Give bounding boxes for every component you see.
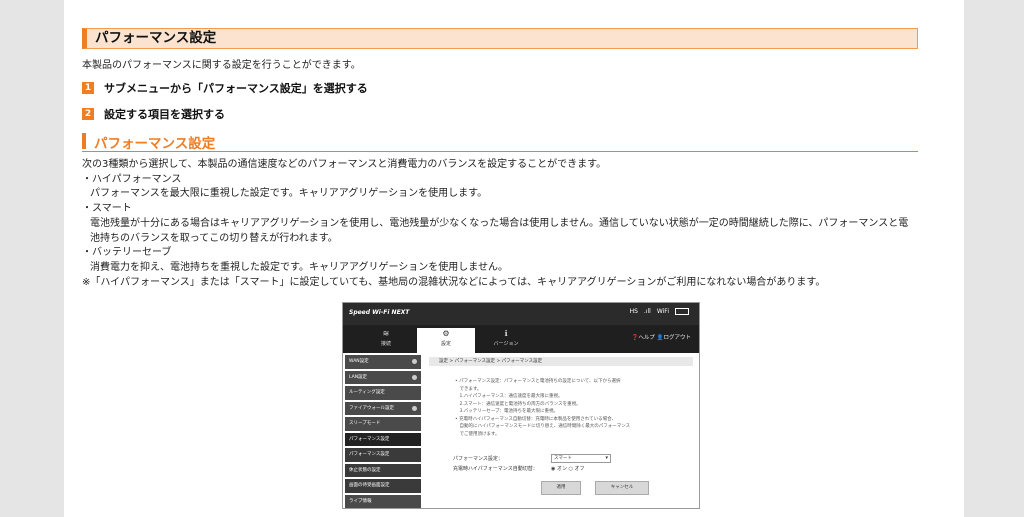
screenshot-nav: ≋ 接続 ⚙ 設定 ℹ バージョン ❓ヘルプ 👤ログアウト (343, 325, 699, 353)
form-label: パフォーマンス設定： (453, 455, 503, 462)
sidebar-item: パフォーマンス設定 (345, 432, 421, 446)
step-number: 1 (82, 82, 94, 94)
screenshot-main: 設定 > パフォーマンス設定 > パフォーマンス設定 • パフォーマンス設定：パ… (429, 353, 693, 508)
gear-icon: ⚙ (442, 329, 450, 338)
sidebar-item-label: WAN設定 (349, 359, 369, 364)
sidebar-item-label: ルーティング設定 (349, 390, 385, 395)
description-line: 2.スマート：通信速度と電池持ちの両方のバランスを重視。 (455, 401, 581, 407)
step-number: 2 (82, 108, 94, 120)
step-text: 設定する項目を選択する (104, 108, 225, 121)
page: パフォーマンス設定 本製品のパフォーマンスに関する設定を行うことができます。 1… (64, 0, 964, 517)
form-row: 充電時ハイパフォーマンス自動切替： ◉ オン ○ オフ (453, 463, 611, 473)
tab-version: ℹ バージョン (477, 328, 535, 353)
screenshot-sidebar: WAN設定 LAN設定 ルーティング設定 ファイアウォール設定 スリープモード … (343, 353, 423, 508)
tab-label: 接続 (380, 341, 391, 347)
form-row: パフォーマンス設定： スマート (453, 453, 611, 463)
sidebar-item-label: LAN設定 (349, 374, 368, 380)
page-title: パフォーマンス設定 (82, 28, 918, 49)
expand-icon (412, 374, 417, 380)
auto-switch-radio: ◉ オン ○ オフ (551, 465, 585, 472)
section-body: 次の3種類から選択して、本製品の通信速度などのパフォーマンスと消費電力のバランス… (82, 158, 918, 290)
help-logout: ❓ヘルプ 👤ログアウト (631, 335, 691, 341)
form-buttons: 適用 キャンセル (541, 481, 649, 495)
description-line: • 充電時ハイパフォーマンス自動切替：充電時に本製品を使用されている場合、 (455, 416, 617, 422)
settings-description: • パフォーマンス設定：パフォーマンスと電池持ちの設定について、以下から選択 で… (455, 378, 665, 438)
status-indicators: HS .ıll WiFi (630, 308, 689, 315)
section-title: パフォーマンス設定 (94, 136, 216, 152)
tab-label: 設定 (440, 341, 451, 347)
apply-button: 適用 (541, 481, 581, 495)
tab-connection: ≋ 接続 (357, 328, 415, 353)
expand-icon (412, 405, 417, 411)
sidebar-item-label: 休止状態の設定 (349, 467, 381, 473)
section-heading-bar (82, 133, 86, 149)
breadcrumb: 設定 > パフォーマンス設定 > パフォーマンス設定 (429, 357, 693, 366)
sidebar-item: ライブ情報 (345, 494, 421, 508)
settings-form: パフォーマンス設定： スマート 充電時ハイパフォーマンス自動切替： ◉ オン ○… (453, 453, 611, 473)
sidebar-subitem: 休止状態の設定 (345, 463, 421, 477)
wifi-icon: WiFi (656, 308, 669, 315)
tab-label: バージョン (493, 341, 519, 347)
option-title: ・バッテリーセーブ (82, 247, 172, 259)
connection-icon: ≋ (382, 329, 390, 338)
sidebar-subitem: パフォーマンス設定 (345, 448, 421, 462)
sidebar-item-label: パフォーマンス設定 (349, 452, 390, 457)
info-icon: ℹ (504, 329, 508, 338)
sidebar-item-label: 画面の待受画面設定 (349, 483, 390, 488)
cancel-button: キャンセル (595, 481, 649, 495)
intro-text: 本製品のパフォーマンスに関する設定を行うことができます。 (82, 60, 361, 71)
form-label: 充電時ハイパフォーマンス自動切替： (453, 465, 538, 472)
device-screenshot: Speed Wi-Fi NEXT HS .ıll WiFi ≋ 接続 ⚙ 設定 (342, 302, 700, 509)
sidebar-item: WAN設定 (345, 355, 421, 369)
section-heading: パフォーマンス設定 (82, 131, 918, 152)
sidebar-item: ファイアウォール設定 (345, 401, 421, 415)
sidebar-item-label: スリープモード (349, 421, 381, 426)
sidebar-subitem: 画面の待受画面設定 (345, 479, 421, 493)
description-line: できます。 (455, 386, 482, 392)
tab-settings: ⚙ 設定 (417, 328, 475, 353)
description-line: • パフォーマンス設定：パフォーマンスと電池持ちの設定について、以下から選択 (455, 379, 621, 384)
option-title: ・ハイパフォーマンス (82, 173, 182, 185)
sidebar-item: スリープモード (345, 417, 421, 431)
description-line: でご使用頂けます。 (455, 431, 500, 437)
signal-icon: .ıll (643, 308, 651, 315)
sidebar-item: ルーティング設定 (345, 386, 421, 400)
sidebar-item-label: パフォーマンス設定 (349, 436, 390, 442)
note-text: ※「ハイパフォーマンス」または「スマート」に設定していても、基地局の混雑状況など… (82, 276, 826, 288)
performance-select: スマート (551, 453, 611, 463)
description-line: 自動的にハイパフォーマンスモードに切り替え、通信時間除く最大のパフォーマンス (455, 424, 631, 429)
sidebar-item-label: ファイアウォール設定 (349, 405, 394, 411)
option-description: 消費電力を抑え、電池持ちを重視した設定です。キャリアアグリゲーションを使用しませ… (90, 261, 508, 273)
option-description: パフォーマンスを最大限に重視した設定です。キャリアアグリゲーションを使用します。 (90, 188, 488, 200)
battery-icon (675, 308, 689, 315)
hs-indicator: HS (629, 308, 638, 315)
lead-text: 次の3種類から選択して、本製品の通信速度などのパフォーマンスと消費電力のバランス… (82, 159, 607, 170)
sidebar-item: LAN設定 (345, 370, 421, 384)
option-description: 電池残量が十分にある場合はキャリアアグリゲーションを使用し、電池残量が少なくなっ… (90, 217, 909, 244)
device-logo: Speed Wi-Fi NEXT (349, 309, 410, 316)
screenshot-header: Speed Wi-Fi NEXT HS .ıll WiFi (343, 303, 699, 325)
option-title: ・スマート (82, 203, 132, 215)
step-text: サブメニューから「パフォーマンス設定」を選択する (104, 82, 368, 95)
description-line: 1.ハイパフォーマンス：通信速度を最大限に重視。 (455, 394, 563, 399)
expand-icon (412, 359, 417, 364)
step-1: 1 サブメニューから「パフォーマンス設定」を選択する (82, 80, 368, 96)
sidebar-item-label: ライブ情報 (349, 498, 372, 504)
step-2: 2 設定する項目を選択する (82, 106, 225, 122)
description-line: 3.バッテリーセーブ：電池持ちを最大限に重視。 (455, 409, 559, 414)
